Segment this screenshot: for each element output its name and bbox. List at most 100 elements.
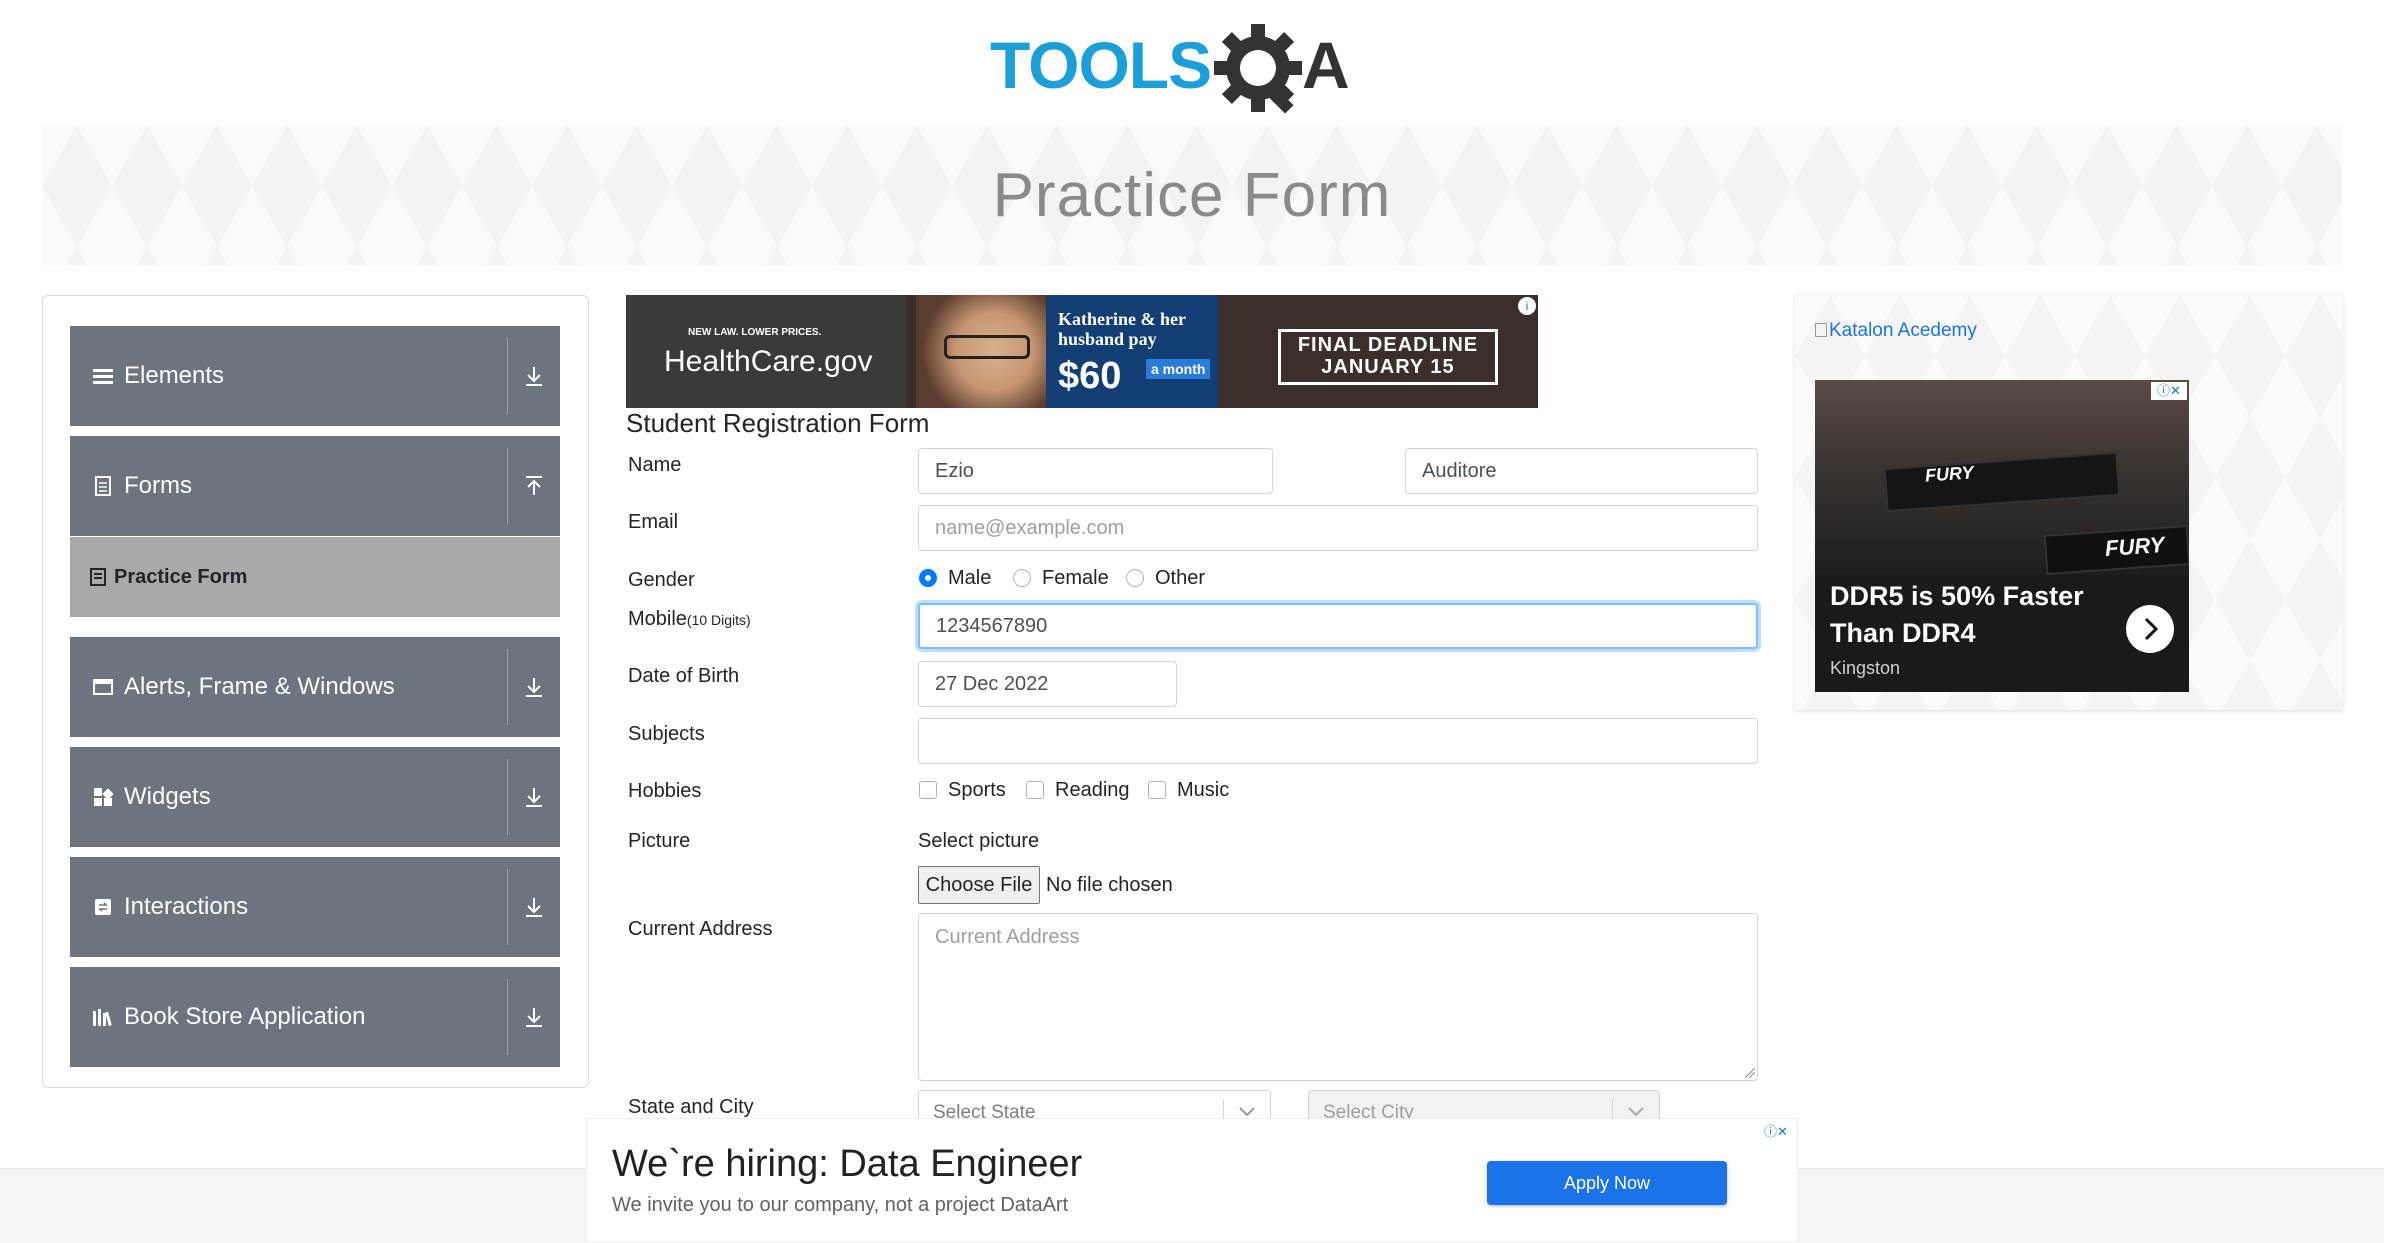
bottom-ad-banner[interactable]: We`re hiring: Data Engineer We invite yo…: [586, 1118, 1798, 1243]
sidebar: Elements Forms Practice Form Alerts, Fra…: [42, 295, 589, 1088]
ad-headline: We`re hiring: Data Engineer: [612, 1143, 1083, 1185]
form-icon: [90, 568, 106, 586]
sidebar-group-label: Forms: [124, 472, 192, 499]
divider: [507, 649, 508, 725]
ad-deadline-line2: JANUARY 15: [1321, 356, 1455, 378]
sidebar-group-label: Interactions: [124, 893, 249, 920]
ad-next-button[interactable]: [2126, 605, 2174, 653]
page-header-banner: Practice Form: [42, 125, 2342, 265]
select-picture-label: Select picture: [918, 830, 1040, 852]
expand-arrow-icon[interactable]: [520, 673, 548, 701]
sidebar-group-interactions[interactable]: Interactions: [70, 857, 560, 957]
sidebar-group-label: Widgets: [124, 783, 211, 810]
sidebar-item-label: Practice Form: [114, 565, 248, 588]
books-icon: [92, 1006, 114, 1028]
expand-arrow-icon[interactable]: [520, 362, 548, 390]
ad-brand: Kingston: [1830, 658, 1901, 678]
katalon-academy-link[interactable]: Katalon Acedemy: [1815, 320, 1977, 342]
ad-brand: HealthCare.gov: [664, 345, 873, 378]
address-placeholder: Current Address: [935, 926, 1080, 948]
name-label: Name: [628, 454, 682, 476]
current-address-textarea[interactable]: Current Address: [918, 913, 1758, 1081]
katalon-link-text: Katalon Acedemy: [1829, 320, 1977, 341]
first-name-input[interactable]: Ezio: [918, 448, 1273, 494]
ad-headline-line1: DDR5 is 50% Faster: [1830, 581, 2084, 611]
widgets-icon: [92, 786, 114, 808]
state-city-label: State and City: [628, 1096, 754, 1118]
hobby-reading-label[interactable]: Reading: [1055, 779, 1130, 802]
adchoices-close-icon[interactable]: ⓘ✕: [2151, 382, 2187, 400]
apply-now-button[interactable]: Apply Now: [1487, 1161, 1727, 1205]
ad-price: $60: [1058, 355, 1122, 397]
interactions-icon: [92, 896, 114, 918]
expand-arrow-icon[interactable]: [520, 1003, 548, 1031]
chevron-right-icon: [2144, 617, 2159, 641]
sidebar-item-practice-form[interactable]: Practice Form: [70, 537, 560, 617]
current-address-label: Current Address: [628, 918, 773, 940]
dob-input[interactable]: 27 Dec 2022: [918, 661, 1177, 707]
divider: [507, 759, 508, 835]
mobile-label: Mobile(10 Digits): [628, 608, 751, 631]
ad-headline: DDR5 is 50% Faster Than DDR4: [1830, 578, 2084, 652]
sidebar-group-widgets[interactable]: Widgets: [70, 747, 560, 847]
kingston-ad[interactable]: FURY FURY DDR5 is 50% Faster Than DDR4 K…: [1815, 380, 2189, 692]
logo-text-a: A: [1302, 28, 1350, 102]
gender-other-radio[interactable]: [1126, 569, 1144, 587]
gender-female-label[interactable]: Female: [1042, 567, 1109, 590]
hobby-reading-checkbox[interactable]: [1026, 781, 1044, 799]
expand-arrow-icon[interactable]: [520, 893, 548, 921]
ad-description: We invite you to our company, not a proj…: [612, 1194, 1069, 1216]
ad-deadline-box: FINAL DEADLINE JANUARY 15: [1278, 329, 1498, 385]
divider: [507, 338, 508, 414]
chevron-down-icon: [1628, 1107, 1644, 1117]
sidebar-group-alerts-frame-windows[interactable]: Alerts, Frame & Windows: [70, 637, 560, 737]
choose-file-button[interactable]: Choose File: [918, 866, 1040, 904]
hamburger-icon: [92, 365, 114, 387]
ad-headline-line2: Than DDR4: [1830, 618, 1976, 648]
fury-logo-text: FURY: [2104, 531, 2166, 562]
hobby-sports-label[interactable]: Sports: [948, 779, 1006, 802]
hobbies-label: Hobbies: [628, 780, 702, 802]
broken-image-icon: [1815, 323, 1827, 337]
dob-label: Date of Birth: [628, 665, 740, 687]
collapse-arrow-icon[interactable]: [520, 472, 548, 500]
sidebar-group-elements[interactable]: Elements: [70, 326, 560, 426]
gender-other-label[interactable]: Other: [1155, 567, 1205, 590]
mobile-input[interactable]: 1234567890: [918, 603, 1758, 649]
hobby-music-label[interactable]: Music: [1177, 779, 1229, 802]
mobile-label-text: Mobile: [628, 608, 687, 630]
divider: [507, 869, 508, 945]
mobile-hint: (10 Digits): [686, 612, 751, 628]
email-input[interactable]: name@example.com: [918, 505, 1758, 551]
chevron-down-icon: [1239, 1107, 1255, 1117]
sidebar-group-forms[interactable]: Forms: [70, 436, 560, 536]
expand-arrow-icon[interactable]: [520, 783, 548, 811]
toolsqa-logo[interactable]: TOOLS A: [990, 18, 1400, 118]
subjects-label: Subjects: [628, 723, 705, 745]
fury-logo-text: FURY: [1924, 462, 1975, 486]
sidebar-group-label: Alerts, Frame & Windows: [124, 673, 395, 700]
ad-glasses-graphic: [944, 335, 1030, 359]
ad-deadline-line1: FINAL DEADLINE: [1297, 334, 1479, 356]
resize-handle-icon[interactable]: [1745, 1068, 1755, 1078]
gender-male-label[interactable]: Male: [948, 567, 991, 590]
adchoices-close-icon[interactable]: ⓘ✕: [1757, 1121, 1795, 1139]
no-file-text: No file chosen: [1046, 874, 1173, 896]
hobby-music-checkbox[interactable]: [1148, 781, 1166, 799]
subjects-input[interactable]: [918, 718, 1758, 764]
gender-male-radio[interactable]: [919, 569, 937, 587]
document-icon: [92, 475, 114, 497]
sidebar-group-label: Elements: [124, 362, 225, 389]
adchoices-icon[interactable]: i: [1518, 297, 1536, 315]
ad-small-text: NEW LAW. LOWER PRICES.: [688, 327, 822, 338]
page-title: Practice Form: [992, 160, 1392, 230]
gender-female-radio[interactable]: [1013, 569, 1031, 587]
healthcare-ad-banner[interactable]: NEW LAW. LOWER PRICES. HealthCare.gov Ka…: [626, 295, 1538, 408]
divider: [507, 979, 508, 1055]
ad-headline: Katherine & her husband pay: [1058, 309, 1186, 349]
logo-text-tools: TOOLS: [990, 28, 1211, 102]
hobby-sports-checkbox[interactable]: [919, 781, 937, 799]
last-name-input[interactable]: Auditore: [1405, 448, 1758, 494]
ad-price-unit: a month: [1146, 359, 1211, 379]
sidebar-group-book-store[interactable]: Book Store Application: [70, 967, 560, 1067]
